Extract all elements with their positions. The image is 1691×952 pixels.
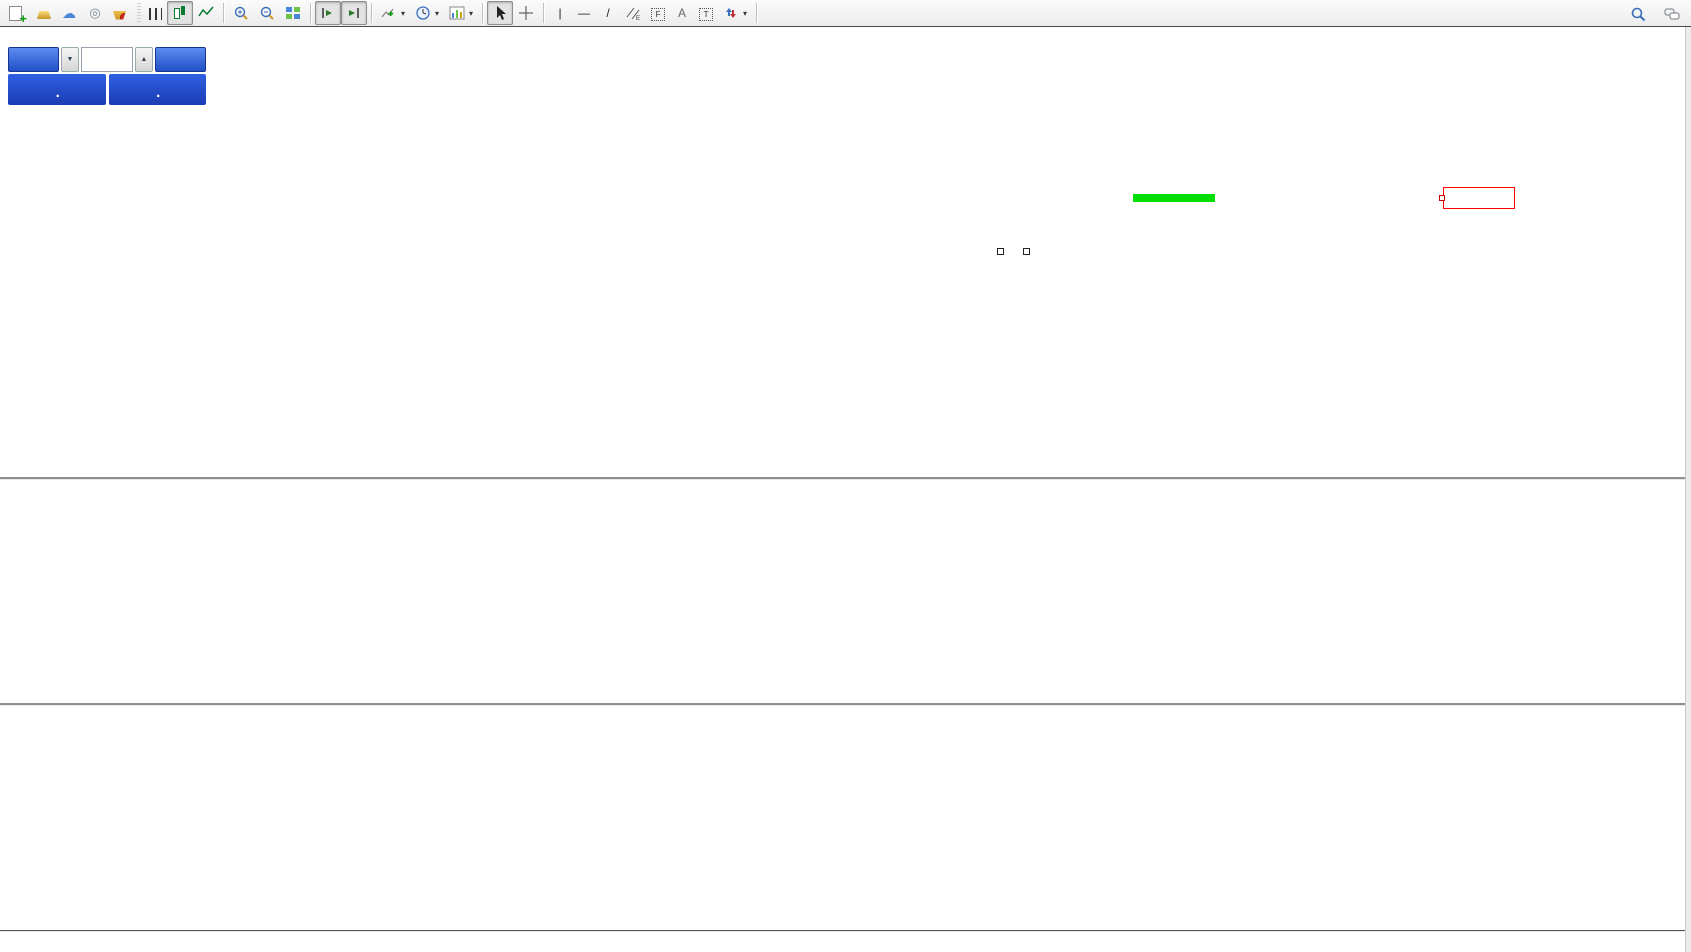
zoom-out-button[interactable] xyxy=(254,1,280,25)
crosshair-tool-button[interactable] xyxy=(513,1,539,25)
fibonacci-icon: F xyxy=(651,8,665,21)
auto-scroll-button[interactable] xyxy=(315,1,341,25)
auto-scroll-icon xyxy=(320,5,336,21)
zoom-in-button[interactable] xyxy=(228,1,254,25)
vertical-line-icon: | xyxy=(553,6,567,20)
pivot-price-callout[interactable] xyxy=(1443,187,1515,209)
line-handle[interactable] xyxy=(997,248,1004,255)
label-icon: T xyxy=(699,8,713,21)
horizontal-line-icon: — xyxy=(577,6,591,20)
candlestick-icon xyxy=(172,5,188,21)
crosshair-icon xyxy=(518,5,534,21)
main-toolbar: ☁ ◎ ▾ ▾ ▾ | — / xyxy=(0,0,1691,27)
bar-chart-mode-button[interactable] xyxy=(144,1,167,25)
clock-icon xyxy=(415,5,431,21)
trendline-tool-button[interactable]: / xyxy=(596,1,620,25)
indicators-icon xyxy=(381,5,397,21)
search-icon xyxy=(1630,6,1646,22)
tile-windows-button[interactable] xyxy=(280,1,306,25)
trendline-icon: / xyxy=(601,6,615,20)
fibonacci-tool-button[interactable]: F xyxy=(646,1,670,25)
volume-increase-button[interactable]: ▲ xyxy=(135,47,153,72)
cursor-tool-button[interactable] xyxy=(487,1,513,25)
dropdown-caret-icon: ▾ xyxy=(469,9,473,18)
chart-window: ▼ ▲ . . xyxy=(0,27,1691,952)
periods-button[interactable]: ▾ xyxy=(410,1,444,25)
indicators-button[interactable]: ▾ xyxy=(376,1,410,25)
cursor-icon xyxy=(492,5,508,21)
line-handle[interactable] xyxy=(1023,248,1030,255)
axis-bottom-line xyxy=(0,930,1691,931)
ohlc-bars-icon xyxy=(149,8,162,20)
templates-button[interactable]: ▾ xyxy=(444,1,478,25)
new-order-icon xyxy=(9,6,22,21)
volume-decrease-button[interactable]: ▼ xyxy=(61,47,79,72)
gold-icon xyxy=(37,11,51,19)
new-order-button[interactable] xyxy=(4,1,32,25)
sell-price-display[interactable]: . xyxy=(8,74,106,105)
template-icon xyxy=(449,5,465,21)
buy-price-display[interactable]: . xyxy=(109,74,207,105)
right-scrollbar[interactable] xyxy=(1685,27,1691,952)
buy-button[interactable] xyxy=(155,47,206,72)
line-chart-icon xyxy=(198,5,214,21)
sell-button[interactable] xyxy=(8,47,59,72)
horizontal-line-tool-button[interactable]: — xyxy=(572,1,596,25)
chart-plot-area[interactable] xyxy=(0,27,1691,952)
label-tool-button[interactable]: T xyxy=(694,1,718,25)
chart-shift-icon xyxy=(346,5,362,21)
pane-separator[interactable] xyxy=(0,703,1691,705)
dropdown-caret-icon: ▾ xyxy=(435,9,439,18)
auto-trading-icon xyxy=(113,10,126,20)
sell-price-dot: . xyxy=(56,82,60,104)
search-button[interactable] xyxy=(1625,2,1651,26)
chart-shift-button[interactable] xyxy=(341,1,367,25)
toolbar-separator xyxy=(223,3,224,23)
pane-separator[interactable] xyxy=(0,477,1691,479)
toolbar-separator xyxy=(310,3,311,23)
toolbar-separator xyxy=(543,3,544,23)
text-tool-button[interactable]: A xyxy=(670,1,694,25)
deposit-button[interactable] xyxy=(32,1,56,25)
dropdown-caret-icon: ▾ xyxy=(743,9,747,18)
signal-icon: ◎ xyxy=(87,5,103,21)
cloud-icon: ☁ xyxy=(61,5,77,21)
tile-windows-icon xyxy=(285,5,301,21)
pivot-highlight-segment[interactable] xyxy=(1133,194,1215,202)
toolbar-separator xyxy=(482,3,483,23)
arrows-icon xyxy=(723,5,739,21)
dropdown-caret-icon: ▾ xyxy=(401,9,405,18)
toolbar-separator xyxy=(756,3,757,23)
toolbar-separator xyxy=(371,3,372,23)
one-click-trade-panel: ▼ ▲ . . xyxy=(8,47,206,105)
channel-icon: E xyxy=(625,5,641,21)
zoom-in-icon xyxy=(233,5,249,21)
channel-tool-button[interactable]: E xyxy=(620,1,646,25)
volume-input[interactable] xyxy=(81,47,133,72)
community-button[interactable]: ☁ xyxy=(56,1,82,25)
line-chart-mode-button[interactable] xyxy=(193,1,219,25)
chat-button[interactable] xyxy=(1659,2,1685,26)
arrows-tool-button[interactable]: ▾ xyxy=(718,1,752,25)
zoom-out-icon xyxy=(259,5,275,21)
toolbar-grip xyxy=(137,3,141,23)
vertical-line-tool-button[interactable]: | xyxy=(548,1,572,25)
text-icon: A xyxy=(675,6,689,20)
signals-button[interactable]: ◎ xyxy=(82,1,108,25)
svg-text:E: E xyxy=(636,16,640,21)
candlestick-mode-button[interactable] xyxy=(167,1,193,25)
buy-price-dot: . xyxy=(156,82,160,104)
auto-trading-button[interactable] xyxy=(108,1,134,25)
chat-icon xyxy=(1664,6,1680,22)
